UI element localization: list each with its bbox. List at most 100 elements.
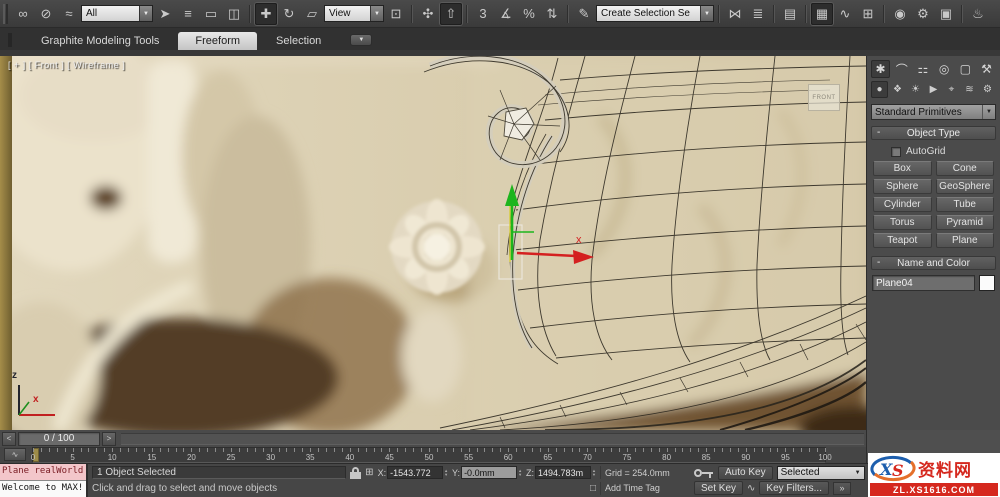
- tab-utilities[interactable]: ⚒: [977, 60, 996, 78]
- time-slider-frame-display[interactable]: 0 / 100: [18, 431, 100, 446]
- select-and-link-icon[interactable]: ∞: [12, 3, 34, 25]
- object-color-swatch[interactable]: [979, 275, 995, 291]
- y-spinner[interactable]: ▲ ▼: [518, 468, 522, 477]
- x-coordinate-field[interactable]: -1543.772: [387, 466, 444, 480]
- absolute-mode-icon[interactable]: ⊞: [365, 467, 373, 478]
- autogrid-checkbox[interactable]: [891, 146, 901, 157]
- name-color-rollout-header[interactable]: - Name and Color: [871, 256, 996, 270]
- named-selection-set-dropdown[interactable]: Create Selection Se ▼: [596, 5, 714, 22]
- cylinder-button[interactable]: Cylinder: [873, 197, 932, 212]
- material-editor-icon[interactable]: ◉: [889, 3, 911, 25]
- category-spacewarps-icon[interactable]: ≋: [961, 81, 978, 98]
- keyboard-shortcut-override-icon[interactable]: ⇧: [440, 2, 462, 25]
- category-cameras-icon[interactable]: ▶: [925, 81, 942, 98]
- trackbar-ruler[interactable]: 0 5 10 15 20 25 30 35 40 45 50 55 60 65 70 75 80 85 90 95 10…: [31, 447, 832, 463]
- watermark-site-url: ZL.XS1616.COM: [870, 483, 998, 496]
- add-time-tag[interactable]: Add Time Tag: [600, 481, 688, 495]
- selection-lock-icon[interactable]: [350, 466, 362, 479]
- angle-snap-icon[interactable]: ∡: [495, 3, 517, 25]
- x-spinner[interactable]: ▲ ▼: [444, 468, 448, 477]
- tube-button[interactable]: Tube: [935, 197, 994, 212]
- tab-display[interactable]: ▢: [956, 60, 975, 78]
- z-coordinate-field[interactable]: 1494.783m: [535, 466, 592, 480]
- curve-editor-icon[interactable]: ∿: [834, 3, 856, 25]
- command-panel-tabs: ✱ ⌒ ⚏ ◎ ▢ ⚒: [871, 59, 996, 79]
- teapot-button[interactable]: Teapot: [873, 233, 932, 248]
- render-production-icon[interactable]: ♨: [967, 3, 989, 25]
- ribbon-drag-handle[interactable]: [8, 33, 12, 47]
- align-icon[interactable]: ≣: [747, 3, 769, 25]
- object-name-field[interactable]: Plane04: [872, 275, 975, 291]
- time-slider-track[interactable]: [121, 432, 864, 445]
- object-type-rollout-header[interactable]: - Object Type: [871, 126, 996, 140]
- select-by-name-icon[interactable]: ≡: [177, 3, 199, 25]
- trackbar-tick-label: 90: [741, 453, 751, 462]
- ribbon-minimize-button[interactable]: ▼: [350, 34, 373, 46]
- torus-button[interactable]: Torus: [873, 215, 932, 230]
- category-shapes-icon[interactable]: ❖: [889, 81, 906, 98]
- tab-freeform[interactable]: Freeform: [178, 32, 258, 50]
- unlink-selection-icon[interactable]: ⊘: [35, 3, 57, 25]
- tab-motion[interactable]: ◎: [935, 60, 954, 78]
- key-mode-dropdown[interactable]: Selected ▼: [776, 465, 865, 480]
- sphere-button[interactable]: Sphere: [873, 179, 932, 194]
- key-filters-button[interactable]: Key Filters...: [759, 481, 829, 496]
- plane-button[interactable]: Plane: [935, 233, 994, 248]
- category-systems-icon[interactable]: ⚙: [979, 81, 996, 98]
- tab-graphite-modeling-tools[interactable]: Graphite Modeling Tools: [24, 32, 176, 50]
- trackbar-tick: [112, 448, 114, 452]
- category-lights-icon[interactable]: ☀: [907, 81, 924, 98]
- maxscript-mini-listener[interactable]: Plane realWorld Welcome to MAX!: [0, 464, 88, 497]
- category-geometry-icon[interactable]: ●: [871, 81, 888, 98]
- box-button[interactable]: Box: [873, 161, 932, 176]
- pyramid-button[interactable]: Pyramid: [935, 215, 994, 230]
- auto-key-button[interactable]: Auto Key: [718, 465, 773, 480]
- select-and-move-icon[interactable]: ✚: [255, 2, 277, 25]
- viewport-front-wireframe[interactable]: [ + ] [ Front ] [ Wireframe ] FRONT x z …: [0, 56, 866, 430]
- layer-manager-icon[interactable]: ▤: [779, 3, 801, 25]
- y-coordinate-field[interactable]: -0.0mm: [461, 466, 518, 480]
- geometry-category-dropdown[interactable]: Standard Primitives ▼: [871, 104, 996, 120]
- graphite-ribbon-toggle-icon[interactable]: ▦: [811, 2, 833, 25]
- viewport-label[interactable]: [ + ] [ Front ] [ Wireframe ]: [8, 60, 125, 70]
- set-key-button[interactable]: Set Key: [694, 481, 744, 496]
- rectangular-selection-region-icon[interactable]: ▭: [200, 3, 222, 25]
- reference-coordinate-dropdown[interactable]: View ▼: [324, 5, 384, 22]
- selection-filter-dropdown[interactable]: All ▼: [81, 5, 153, 22]
- geosphere-button[interactable]: GeoSphere: [935, 179, 994, 194]
- schematic-view-icon[interactable]: ⊞: [857, 3, 879, 25]
- new-key-curve-icon[interactable]: ∿: [747, 483, 755, 494]
- tab-create[interactable]: ✱: [871, 60, 891, 78]
- select-object-icon[interactable]: ➤: [154, 3, 176, 25]
- rendered-frame-window-icon[interactable]: ▣: [935, 3, 957, 25]
- isolate-selection-icon[interactable]: □: [590, 483, 596, 494]
- window-crossing-icon[interactable]: ◫: [223, 3, 245, 25]
- spinner-snap-icon[interactable]: ⇅: [541, 3, 563, 25]
- listener-output-line[interactable]: Welcome to MAX!: [0, 480, 86, 497]
- tab-modify[interactable]: ⌒: [892, 60, 911, 78]
- category-helpers-icon[interactable]: ⌖: [943, 81, 960, 98]
- edit-named-selection-sets-icon[interactable]: ✎: [573, 3, 595, 25]
- select-and-rotate-icon[interactable]: ↻: [278, 3, 300, 25]
- viewcube[interactable]: FRONT: [808, 84, 840, 111]
- cone-button[interactable]: Cone: [935, 161, 994, 176]
- snap-toggle-3d-icon[interactable]: 3: [472, 3, 494, 25]
- percent-snap-icon[interactable]: %: [518, 3, 540, 25]
- mirror-icon[interactable]: ⋈: [724, 3, 746, 25]
- next-frame-button[interactable]: >: [102, 431, 116, 446]
- render-setup-icon[interactable]: ⚙: [912, 3, 934, 25]
- world-axis-x-label: x: [33, 394, 39, 405]
- tab-hierarchy[interactable]: ⚏: [913, 60, 932, 78]
- open-mini-curve-editor-icon[interactable]: ∿: [4, 448, 26, 461]
- select-and-manipulate-icon[interactable]: ✣: [417, 3, 439, 25]
- listener-macro-line[interactable]: Plane realWorld: [0, 464, 86, 480]
- previous-frame-button[interactable]: <: [2, 431, 16, 446]
- z-spinner[interactable]: ▲ ▼: [592, 468, 596, 477]
- tab-selection[interactable]: Selection: [259, 32, 338, 50]
- bind-to-space-warp-icon[interactable]: ≈: [58, 3, 80, 25]
- trackbar-tick: [167, 448, 169, 452]
- toolbar-drag-handle[interactable]: [3, 3, 8, 24]
- use-pivot-point-icon[interactable]: ⊡: [385, 3, 407, 25]
- select-and-scale-icon[interactable]: ▱: [301, 3, 323, 25]
- go-to-end-button[interactable]: »: [833, 481, 851, 495]
